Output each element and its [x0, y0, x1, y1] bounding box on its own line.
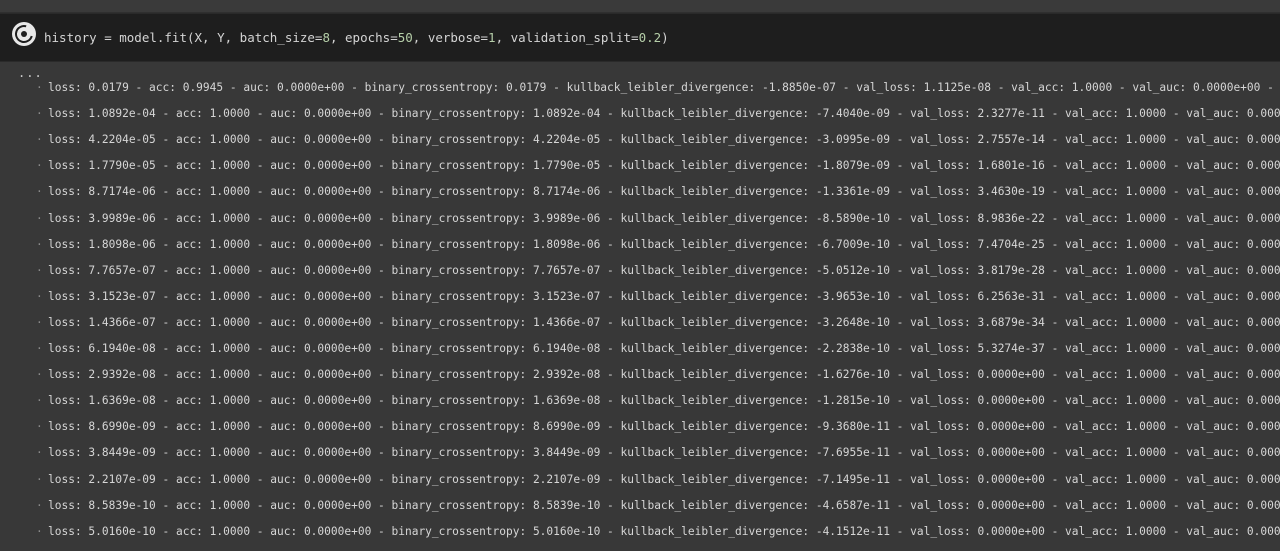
output-log-line: · loss: 8.5839e-10 - acc: 1.0000 - auc: 0…: [36, 493, 1280, 519]
code-number-epochs: 50: [397, 30, 413, 45]
log-bullet: ·: [36, 498, 43, 512]
output-log-line: · loss: 8.6990e-09 - acc: 1.0000 - auc: 0…: [36, 414, 1280, 440]
notebook-page: history = model.fit(X, Y, batch_size=8, …: [0, 0, 1280, 551]
code-token: ): [661, 30, 669, 45]
log-bullet: ·: [36, 107, 43, 121]
log-bullet: ·: [36, 211, 43, 225]
log-bullet: ·: [36, 368, 43, 382]
run-cell-icon[interactable]: [12, 22, 36, 46]
log-text: loss: 5.0160e-10 - acc: 1.0000 - auc: 0.…: [48, 524, 1280, 538]
output-log-line: · loss: 3.8449e-09 - acc: 1.0000 - auc: 0…: [36, 440, 1280, 466]
log-bullet: ·: [36, 394, 43, 408]
output-log-line: · loss: 5.0160e-10 - acc: 1.0000 - auc: 0…: [36, 519, 1280, 545]
output-log-line: · loss: 1.7790e-05 - acc: 1.0000 - auc: 0…: [36, 153, 1280, 179]
output-log-line: · loss: 2.9392e-08 - acc: 1.0000 - auc: 0…: [36, 362, 1280, 388]
log-bullet: ·: [36, 133, 43, 147]
log-bullet: ·: [36, 524, 43, 538]
log-bullet: ·: [36, 185, 43, 199]
cell-output: · loss: 0.0179 - acc: 0.9945 - auc: 0.000…: [0, 75, 1280, 551]
output-log-line: · loss: 0.0179 - acc: 0.9945 - auc: 0.000…: [36, 75, 1280, 101]
output-log-line: · loss: 1.0892e-04 - acc: 1.0000 - auc: 0…: [36, 101, 1280, 127]
code-number-batch-size: 8: [322, 30, 330, 45]
log-text: loss: 3.1523e-07 - acc: 1.0000 - auc: 0.…: [48, 289, 1280, 303]
log-text: loss: 2.9392e-08 - acc: 1.0000 - auc: 0.…: [48, 368, 1280, 382]
log-text: loss: 2.2107e-09 - acc: 1.0000 - auc: 0.…: [48, 472, 1280, 486]
log-text: loss: 8.7174e-06 - acc: 1.0000 - auc: 0.…: [48, 185, 1280, 199]
output-log-line: · loss: 1.6369e-08 - acc: 1.0000 - auc: 0…: [36, 388, 1280, 414]
code-token: , validation_split=: [495, 30, 639, 45]
log-text: loss: 1.4366e-07 - acc: 1.0000 - auc: 0.…: [48, 315, 1280, 329]
log-bullet: ·: [36, 446, 43, 460]
code-token: , epochs=: [329, 30, 398, 45]
log-text: loss: 4.2204e-05 - acc: 1.0000 - auc: 0.…: [48, 133, 1280, 147]
output-log-line: · loss: 6.1940e-08 - acc: 1.0000 - auc: 0…: [36, 336, 1280, 362]
output-log-line: · loss: 8.7174e-06 - acc: 1.0000 - auc: 0…: [36, 179, 1280, 205]
code-number-validation-split: 0.2: [638, 30, 662, 45]
log-bullet: ·: [36, 472, 43, 486]
log-text: loss: 6.1940e-08 - acc: 1.0000 - auc: 0.…: [48, 342, 1280, 355]
output-log-line: · loss: 3.9989e-06 - acc: 1.0000 - auc: 0…: [36, 206, 1280, 232]
log-text: loss: 8.6990e-09 - acc: 1.0000 - auc: 0.…: [48, 420, 1280, 434]
output-log-line: · loss: 1.4366e-07 - acc: 1.0000 - auc: 0…: [36, 310, 1280, 336]
log-bullet: ·: [36, 263, 43, 277]
log-text: loss: 1.7790e-05 - acc: 1.0000 - auc: 0.…: [48, 159, 1280, 173]
log-text: loss: 1.6369e-08 - acc: 1.0000 - auc: 0.…: [48, 394, 1280, 408]
output-log-line: · loss: 1.8098e-06 - acc: 1.0000 - auc: 0…: [36, 232, 1280, 258]
log-bullet: ·: [36, 420, 43, 434]
code-token: history = model.fit(X, Y, batch_size=: [44, 30, 323, 45]
log-bullet: ·: [36, 237, 43, 251]
log-bullet: ·: [36, 81, 43, 94]
code-line[interactable]: history = model.fit(X, Y, batch_size=8, …: [44, 29, 669, 47]
previous-cell-strip: [0, 0, 1280, 13]
code-token: , verbose=: [412, 30, 489, 45]
output-log-line: · loss: 7.7657e-07 - acc: 1.0000 - auc: 0…: [36, 258, 1280, 284]
log-text: loss: 1.8098e-06 - acc: 1.0000 - auc: 0.…: [48, 237, 1280, 251]
output-log-line: · loss: 2.2107e-09 - acc: 1.0000 - auc: 0…: [36, 467, 1280, 493]
code-cell[interactable]: history = model.fit(X, Y, batch_size=8, …: [0, 13, 1280, 62]
log-text: loss: 3.8449e-09 - acc: 1.0000 - auc: 0.…: [48, 446, 1280, 460]
log-bullet: ·: [36, 289, 43, 303]
log-text: loss: 1.0892e-04 - acc: 1.0000 - auc: 0.…: [48, 107, 1280, 121]
code-number-verbose: 1: [488, 30, 496, 45]
output-log-line: · loss: 3.1523e-07 - acc: 1.0000 - auc: 0…: [36, 284, 1280, 310]
log-text: loss: 0.0179 - acc: 0.9945 - auc: 0.0000…: [48, 81, 1280, 94]
log-bullet: ·: [36, 315, 43, 329]
output-log-line: · loss: 4.2204e-05 - acc: 1.0000 - auc: 0…: [36, 127, 1280, 153]
log-text: loss: 3.9989e-06 - acc: 1.0000 - auc: 0.…: [48, 211, 1280, 225]
log-text: loss: 7.7657e-07 - acc: 1.0000 - auc: 0.…: [48, 263, 1280, 277]
log-text: loss: 8.5839e-10 - acc: 1.0000 - auc: 0.…: [48, 498, 1280, 512]
log-bullet: ·: [36, 159, 43, 173]
log-bullet: ·: [36, 342, 43, 355]
